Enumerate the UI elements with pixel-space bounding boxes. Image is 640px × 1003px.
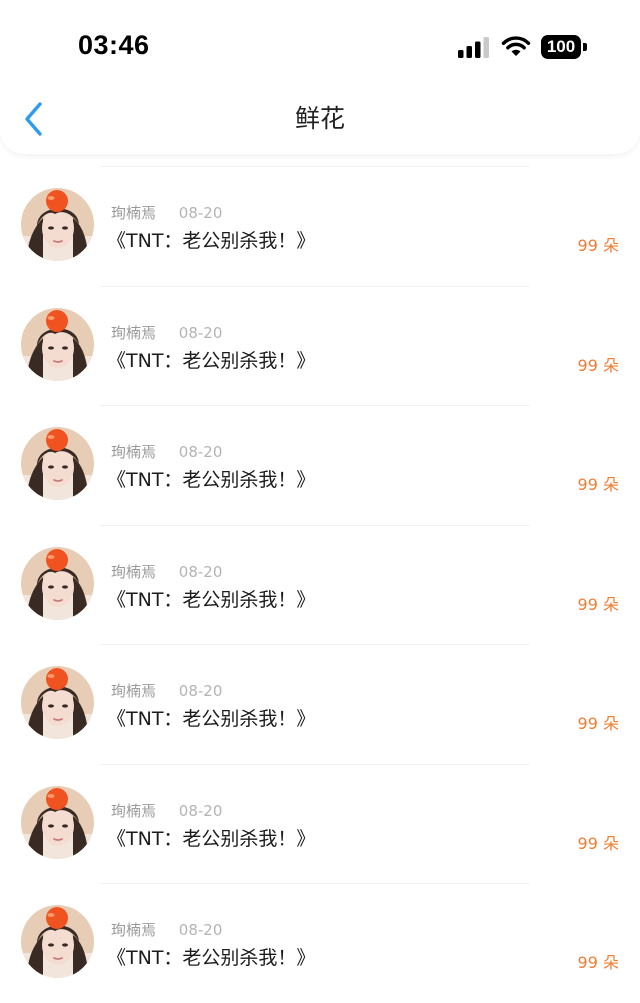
wifi-icon [501,36,531,56]
battery-icon: 100 [541,35,589,59]
user-name[interactable]: 珣楠焉 [111,800,156,821]
flower-count: 99 朵 [577,714,619,733]
profile-photo-icon [21,307,94,381]
post-date: 08-20 [178,443,223,461]
user-name[interactable]: 珣楠焉 [111,680,156,701]
work-title[interactable]: 《TNT：老公别杀我！》 [107,824,315,851]
list-item[interactable]: 珣楠焉 08-20 《TNT：老公别杀我！》 99 朵 [0,285,640,406]
user-name[interactable]: 珣楠焉 [111,322,156,343]
profile-photo-icon [21,427,94,500]
status-time: 03:46 [78,30,150,60]
work-title[interactable]: 《TNT：老公别杀我！》 [107,704,315,731]
list-item[interactable]: 珣楠焉 08-20 《TNT：老公别杀我！》 99 朵 [0,883,640,1003]
avatar[interactable] [21,427,94,500]
cellular-signal-icon [458,37,489,58]
profile-photo-icon [21,188,94,261]
post-date: 08-20 [178,921,223,939]
profile-photo-icon [21,546,94,620]
post-date: 08-20 [178,801,223,820]
user-name[interactable]: 珣楠焉 [111,919,156,940]
user-name[interactable]: 珣楠焉 [111,202,156,223]
avatar[interactable] [21,785,94,859]
avatar[interactable] [21,546,94,620]
avatar[interactable] [21,666,94,739]
profile-photo-icon [21,666,94,739]
post-date: 08-20 [178,204,223,222]
list-item[interactable]: 珣楠焉 08-20 《TNT：老公别杀我！》 99 朵 [0,763,640,884]
flower-list: 珣楠焉 08-20 《TNT：老公别杀我！》 99 朵 珣楠焉 08-20 《T… [0,166,640,1003]
flower-count: 99 朵 [577,833,619,853]
flower-count: 99 朵 [577,953,619,972]
profile-photo-icon [21,785,94,859]
avatar[interactable] [21,188,94,261]
flower-count: 99 朵 [577,236,619,255]
work-title[interactable]: 《TNT：老公别杀我！》 [107,346,315,373]
list-item[interactable]: 珣楠焉 08-20 《TNT：老公别杀我！》 99 朵 [0,166,640,286]
work-title[interactable]: 《TNT：老公别杀我！》 [107,226,315,253]
profile-photo-icon [21,905,94,978]
avatar[interactable] [21,307,94,381]
list-item[interactable]: 珣楠焉 08-20 《TNT：老公别杀我！》 99 朵 [0,524,640,645]
list-item[interactable]: 珣楠焉 08-20 《TNT：老公别杀我！》 99 朵 [0,644,640,764]
battery-level: 100 [541,35,581,59]
page-title: 鲜花 [294,104,345,133]
flower-count: 99 朵 [577,355,619,375]
flower-count: 99 朵 [577,475,619,494]
avatar[interactable] [21,905,94,978]
post-date: 08-20 [178,323,223,342]
flower-count: 99 朵 [577,594,619,614]
work-title[interactable]: 《TNT：老公别杀我！》 [107,585,315,612]
user-name[interactable]: 珣楠焉 [111,441,156,462]
nav-header: 03:46 100 鲜花 [0,0,640,154]
work-title[interactable]: 《TNT：老公别杀我！》 [107,465,315,492]
post-date: 08-20 [178,562,223,581]
post-date: 08-20 [178,682,223,700]
list-item[interactable]: 珣楠焉 08-20 《TNT：老公别杀我！》 99 朵 [0,405,640,525]
user-name[interactable]: 珣楠焉 [111,561,156,582]
work-title[interactable]: 《TNT：老公别杀我！》 [107,943,315,970]
